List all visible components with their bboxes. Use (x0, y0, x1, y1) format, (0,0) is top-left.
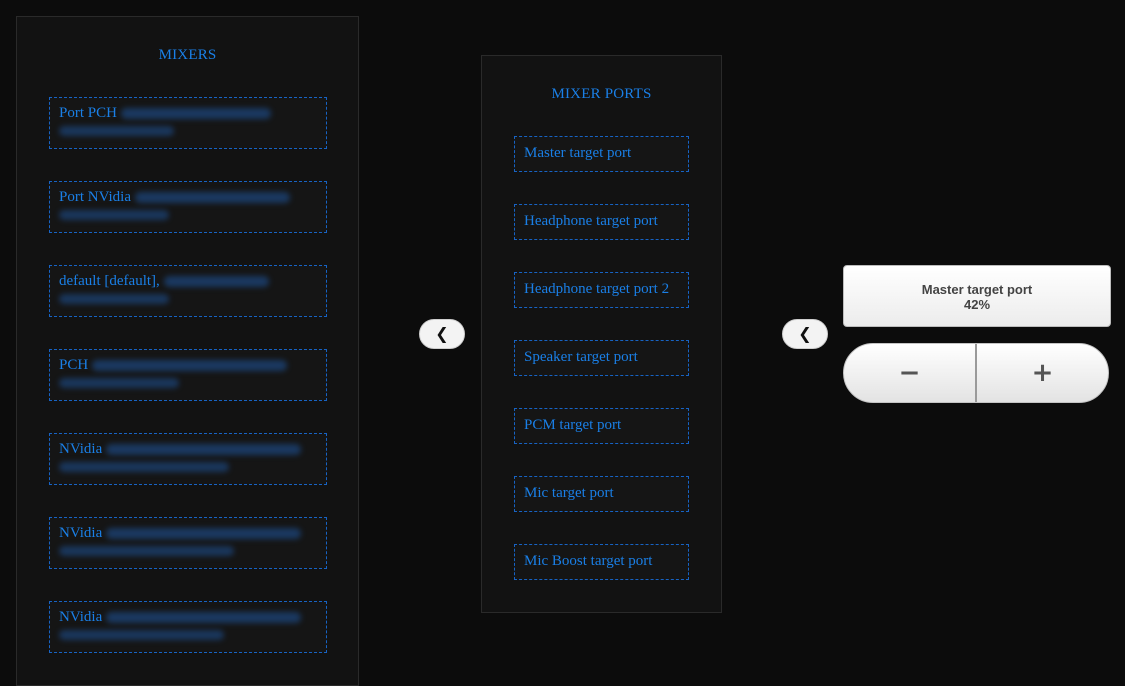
redacted-text (59, 210, 169, 220)
redacted-text (59, 126, 174, 136)
redacted-text (163, 276, 269, 288)
volume-increase-button[interactable]: + (977, 344, 1108, 402)
mixer-item-port-pch[interactable]: Port PCH (49, 97, 327, 149)
mixer-ports-panel: MIXER PORTS Master target port Headphone… (481, 55, 722, 613)
mixer-item-port-nvidia[interactable]: Port NVidia (49, 181, 327, 233)
back-button-to-ports[interactable]: ❮ (782, 319, 828, 349)
port-item-label: Headphone target port (524, 213, 658, 229)
mixer-item-label: NVidia (59, 525, 103, 541)
redacted-text (106, 528, 302, 540)
port-item-mic-boost[interactable]: Mic Boost target port (514, 544, 689, 580)
chevron-left-icon: ❮ (798, 324, 812, 343)
mixers-panel: MIXERS Port PCH Port NVidia default [def… (16, 16, 359, 686)
redacted-text (106, 444, 302, 456)
port-item-label: Mic target port (524, 485, 614, 501)
mixers-title: MIXERS (158, 47, 217, 63)
redacted-text (59, 462, 229, 472)
port-item-master[interactable]: Master target port (514, 136, 689, 172)
plus-icon: + (1031, 358, 1054, 388)
port-item-label: Mic Boost target port (524, 553, 653, 569)
mixer-item-label: Port NVidia (59, 189, 132, 205)
redacted-text (91, 360, 287, 372)
port-item-headphone[interactable]: Headphone target port (514, 204, 689, 240)
mixer-item-label: Port PCH (59, 105, 117, 121)
mixer-item-default[interactable]: default [default], (49, 265, 327, 317)
back-button-to-mixers[interactable]: ❮ (419, 319, 465, 349)
volume-display: Master target port 42% (843, 265, 1111, 327)
redacted-text (59, 546, 234, 556)
volume-controls: − + (843, 343, 1109, 403)
mixer-item-label: PCH (59, 357, 89, 373)
port-item-label: PCM target port (524, 417, 622, 433)
mixer-item-nvidia-3[interactable]: NVidia (49, 601, 327, 653)
mixer-ports-title: MIXER PORTS (551, 86, 652, 102)
mixer-item-nvidia-1[interactable]: NVidia (49, 433, 327, 485)
volume-level: 42% (963, 297, 991, 312)
mixer-item-label: default [default], (59, 273, 160, 289)
port-item-label: Speaker target port (524, 349, 638, 365)
port-item-speaker[interactable]: Speaker target port (514, 340, 689, 376)
redacted-text (106, 612, 302, 624)
mixer-item-label: NVidia (59, 441, 103, 457)
port-item-label: Headphone target port 2 (524, 281, 670, 297)
mixer-item-nvidia-2[interactable]: NVidia (49, 517, 327, 569)
redacted-text (59, 378, 179, 388)
redacted-text (134, 192, 290, 204)
volume-decrease-button[interactable]: − (844, 344, 975, 402)
mixer-item-pch[interactable]: PCH (49, 349, 327, 401)
redacted-text (120, 108, 271, 120)
redacted-text (59, 294, 169, 304)
redacted-text (59, 630, 224, 640)
volume-port-name: Master target port (921, 282, 1033, 297)
port-item-headphone-2[interactable]: Headphone target port 2 (514, 272, 689, 308)
minus-icon: − (898, 358, 921, 388)
port-item-label: Master target port (524, 145, 632, 161)
mixer-item-label: NVidia (59, 609, 103, 625)
port-item-mic[interactable]: Mic target port (514, 476, 689, 512)
port-item-pcm[interactable]: PCM target port (514, 408, 689, 444)
chevron-left-icon: ❮ (435, 324, 449, 343)
